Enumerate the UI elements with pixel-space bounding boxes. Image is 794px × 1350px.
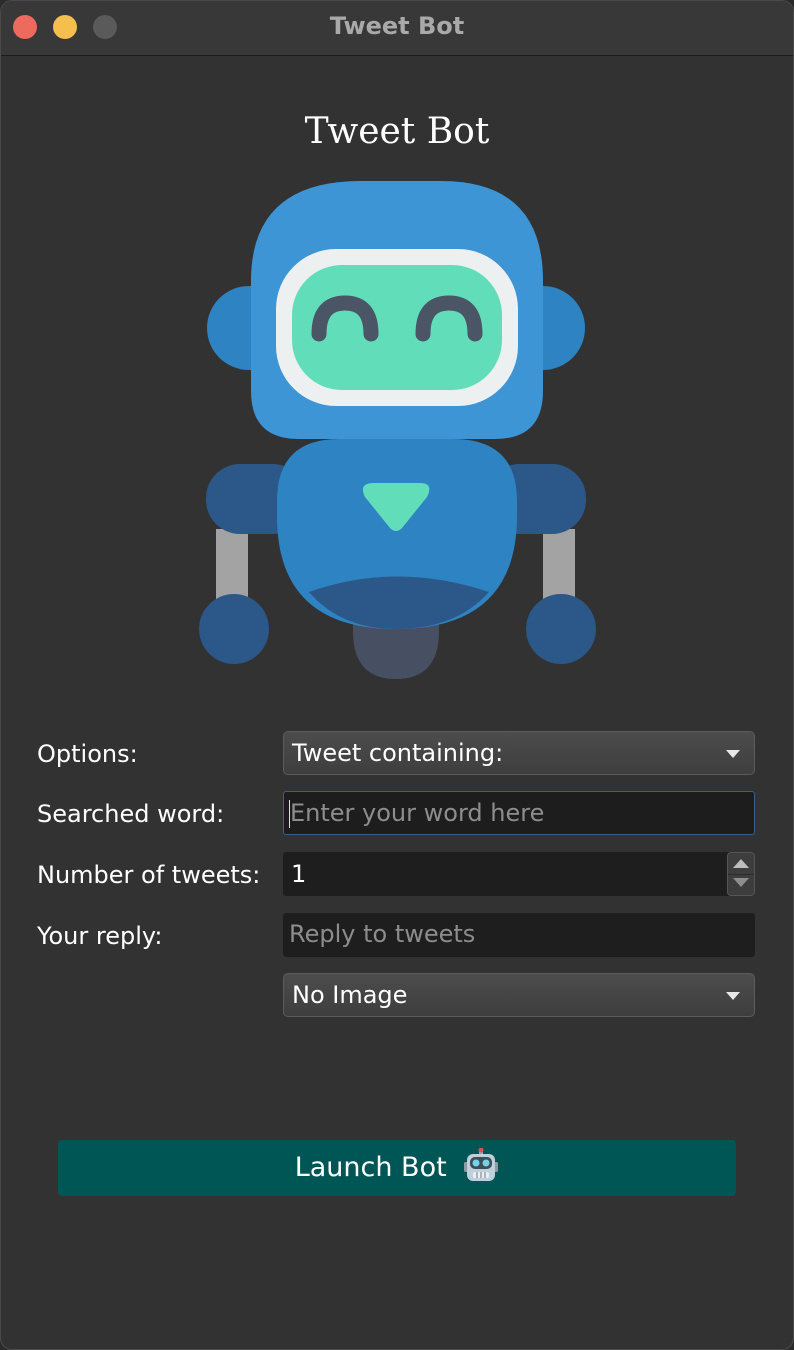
image-selected-value: No Image: [292, 981, 408, 1009]
app-heading: Tweet Bot: [304, 111, 490, 152]
app-window: Tweet Bot Tweet Bot Options: Tweet conta…: [0, 0, 794, 1350]
number-of-tweets-value[interactable]: 1: [291, 852, 306, 896]
title-bar[interactable]: Tweet Bot: [1, 1, 793, 56]
searched-word-placeholder: Enter your word here: [290, 799, 545, 827]
reply-input[interactable]: Reply to tweets: [283, 913, 755, 957]
options-dropdown[interactable]: Tweet containing:: [283, 731, 755, 775]
options-label: Options:: [37, 740, 138, 768]
options-selected-value: Tweet containing:: [292, 739, 504, 767]
window-title: Tweet Bot: [329, 12, 465, 40]
number-of-tweets-stepper[interactable]: 1: [283, 852, 755, 896]
number-of-tweets-label: Number of tweets:: [37, 861, 261, 889]
chevron-down-icon: [726, 992, 740, 1000]
reply-placeholder: Reply to tweets: [289, 920, 476, 948]
stepper-buttons[interactable]: [727, 852, 755, 896]
stepper-up-icon[interactable]: [728, 853, 754, 875]
stepper-down-icon[interactable]: [728, 874, 754, 895]
your-reply-label: Your reply:: [37, 922, 163, 950]
robot-icon: [199, 181, 596, 679]
launch-bot-label: Launch Bot: [294, 1152, 447, 1183]
searched-word-label: Searched word:: [37, 800, 225, 828]
launch-bot-button[interactable]: Launch Bot: [58, 1140, 736, 1196]
text-caret: [289, 800, 290, 828]
searched-word-input[interactable]: Enter your word here: [283, 791, 755, 835]
chevron-down-icon: [726, 750, 740, 758]
image-dropdown[interactable]: No Image: [283, 973, 755, 1017]
robot-emoji-icon: [464, 1147, 499, 1181]
